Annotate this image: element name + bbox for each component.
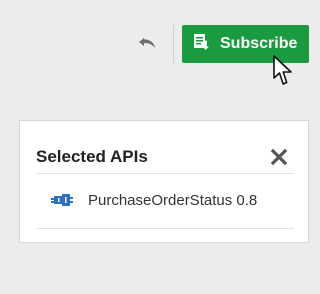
top-toolbar: Subscribe [0, 0, 312, 90]
toolbar-divider [173, 25, 174, 63]
subscribe-button[interactable]: Subscribe [182, 25, 309, 63]
close-icon [270, 148, 288, 166]
panel-divider-top [36, 173, 294, 174]
subscribe-label: Subscribe [220, 35, 298, 52]
panel-header: Selected APIs [36, 145, 294, 169]
api-plugin-icon [50, 192, 74, 208]
api-name: PurchaseOrderStatus 0.8 [88, 191, 258, 209]
undo-icon [139, 38, 155, 48]
selected-apis-panel: Selected APIs PurchaseOrderStatus 0.8 [19, 120, 309, 243]
subscribe-document-icon [192, 32, 212, 57]
panel-title: Selected APIs [36, 147, 148, 166]
selected-api-item[interactable]: PurchaseOrderStatus 0.8 [36, 179, 294, 221]
undo-button[interactable] [136, 31, 162, 57]
panel-divider-bottom [36, 228, 294, 229]
close-button[interactable] [268, 146, 290, 168]
